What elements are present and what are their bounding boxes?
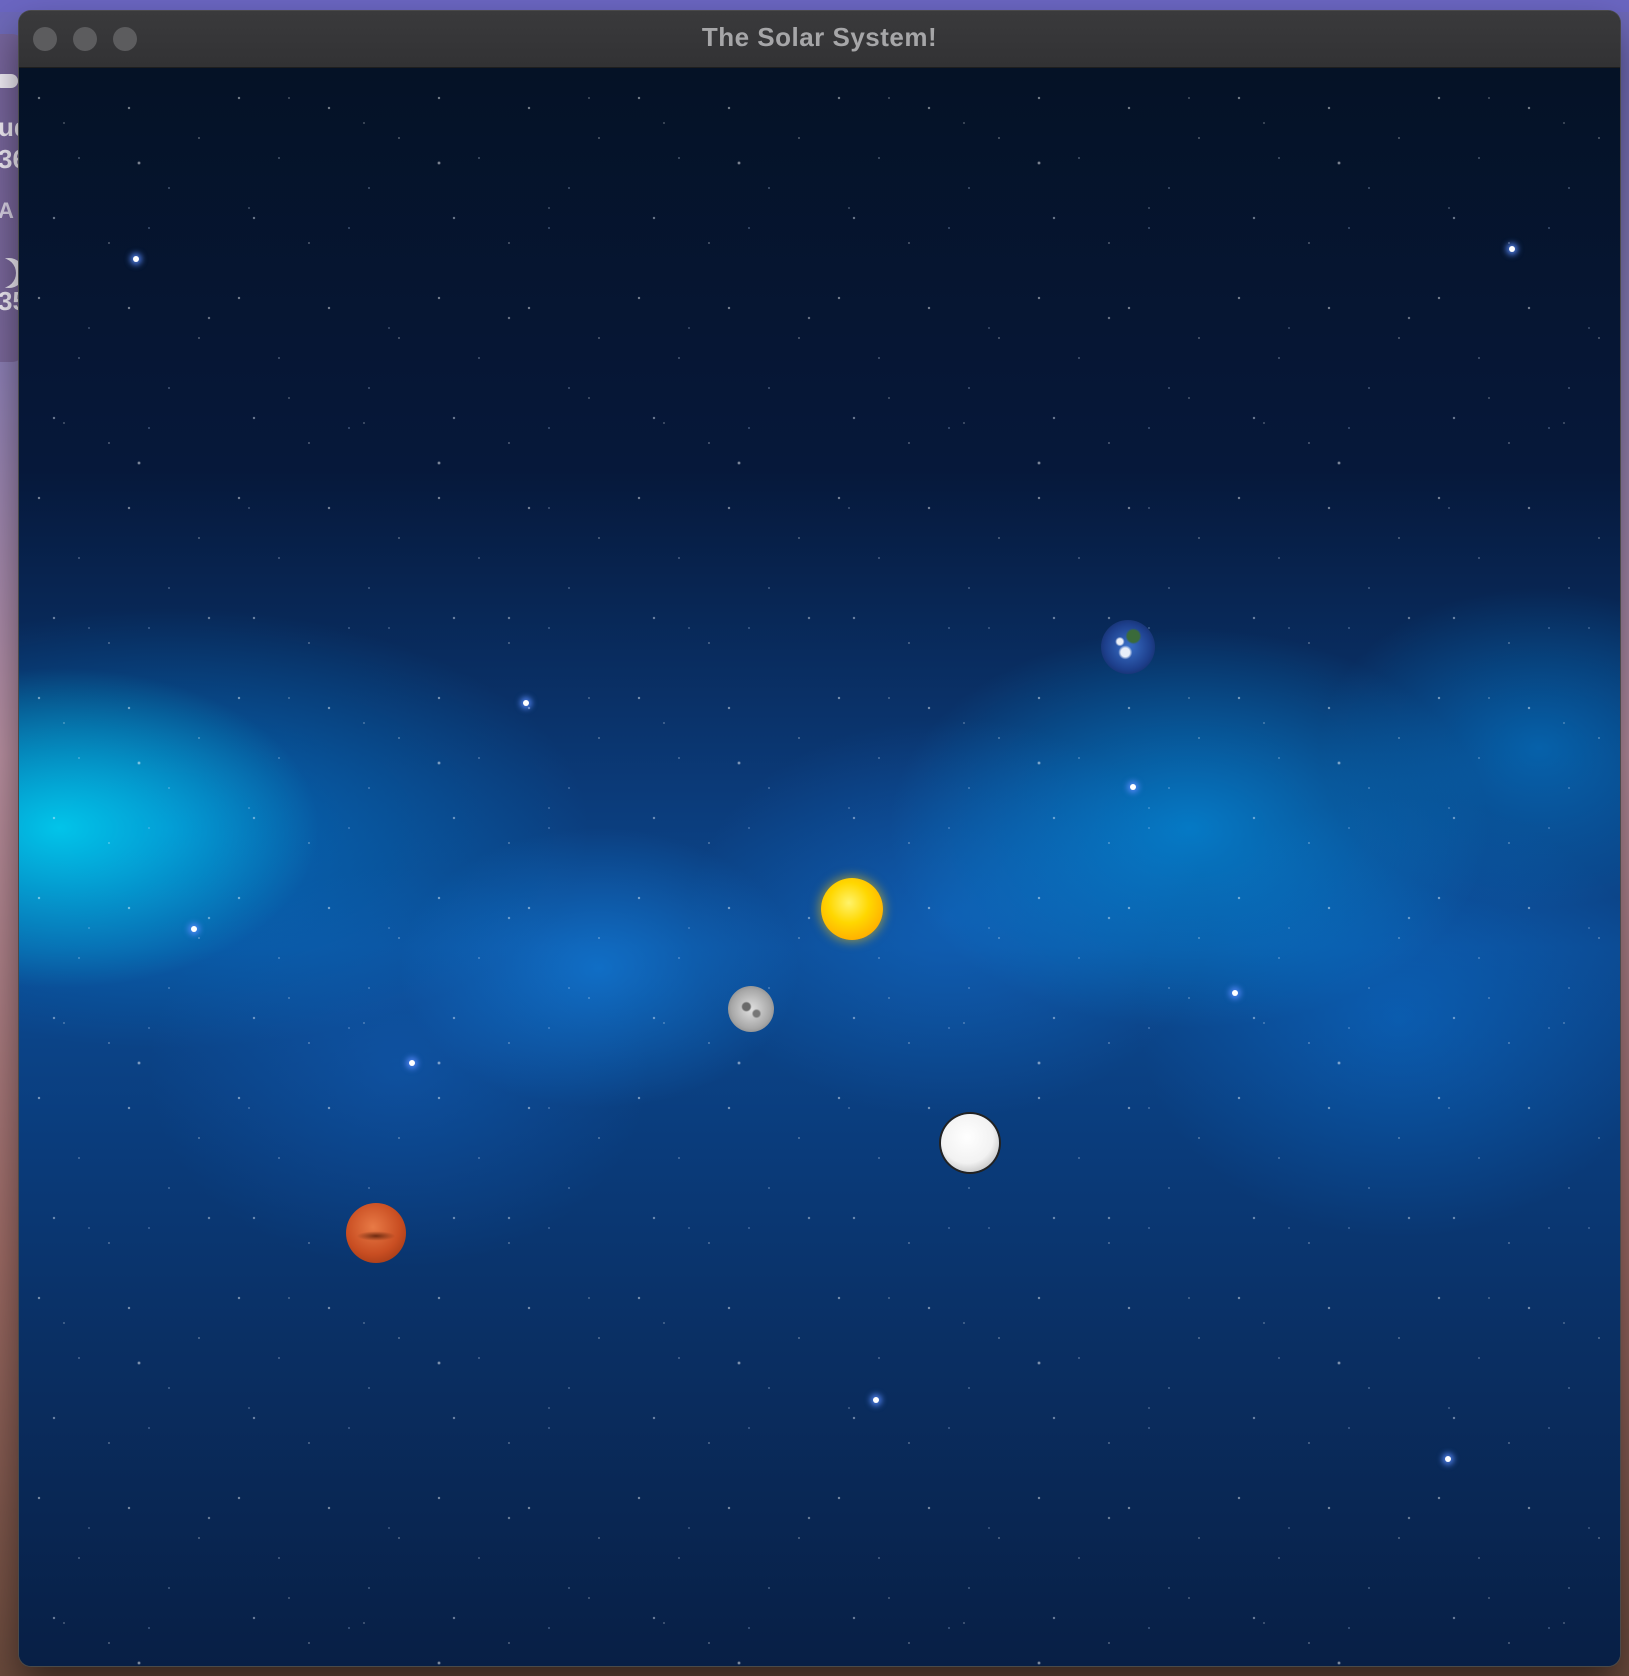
star	[133, 256, 139, 262]
starfield-layer-2	[19, 68, 1620, 1666]
mars	[346, 1203, 406, 1263]
space-canvas[interactable]	[19, 68, 1620, 1666]
earth	[1101, 620, 1155, 674]
moon	[728, 986, 774, 1032]
sun	[821, 878, 883, 940]
app-window: The Solar System!	[19, 11, 1620, 1666]
widget-text-3: A	[0, 198, 14, 223]
moon-icon	[0, 258, 16, 288]
star	[1130, 784, 1136, 790]
star	[1509, 246, 1515, 252]
star	[409, 1060, 415, 1066]
star	[191, 926, 197, 932]
star	[1232, 990, 1238, 996]
window-title: The Solar System!	[701, 22, 938, 52]
title-bar[interactable]: The Solar System!	[19, 11, 1620, 68]
star	[1445, 1456, 1451, 1462]
white-planet	[941, 1114, 999, 1172]
star	[873, 1397, 879, 1403]
cloud-icon	[0, 74, 18, 88]
star	[523, 700, 529, 706]
